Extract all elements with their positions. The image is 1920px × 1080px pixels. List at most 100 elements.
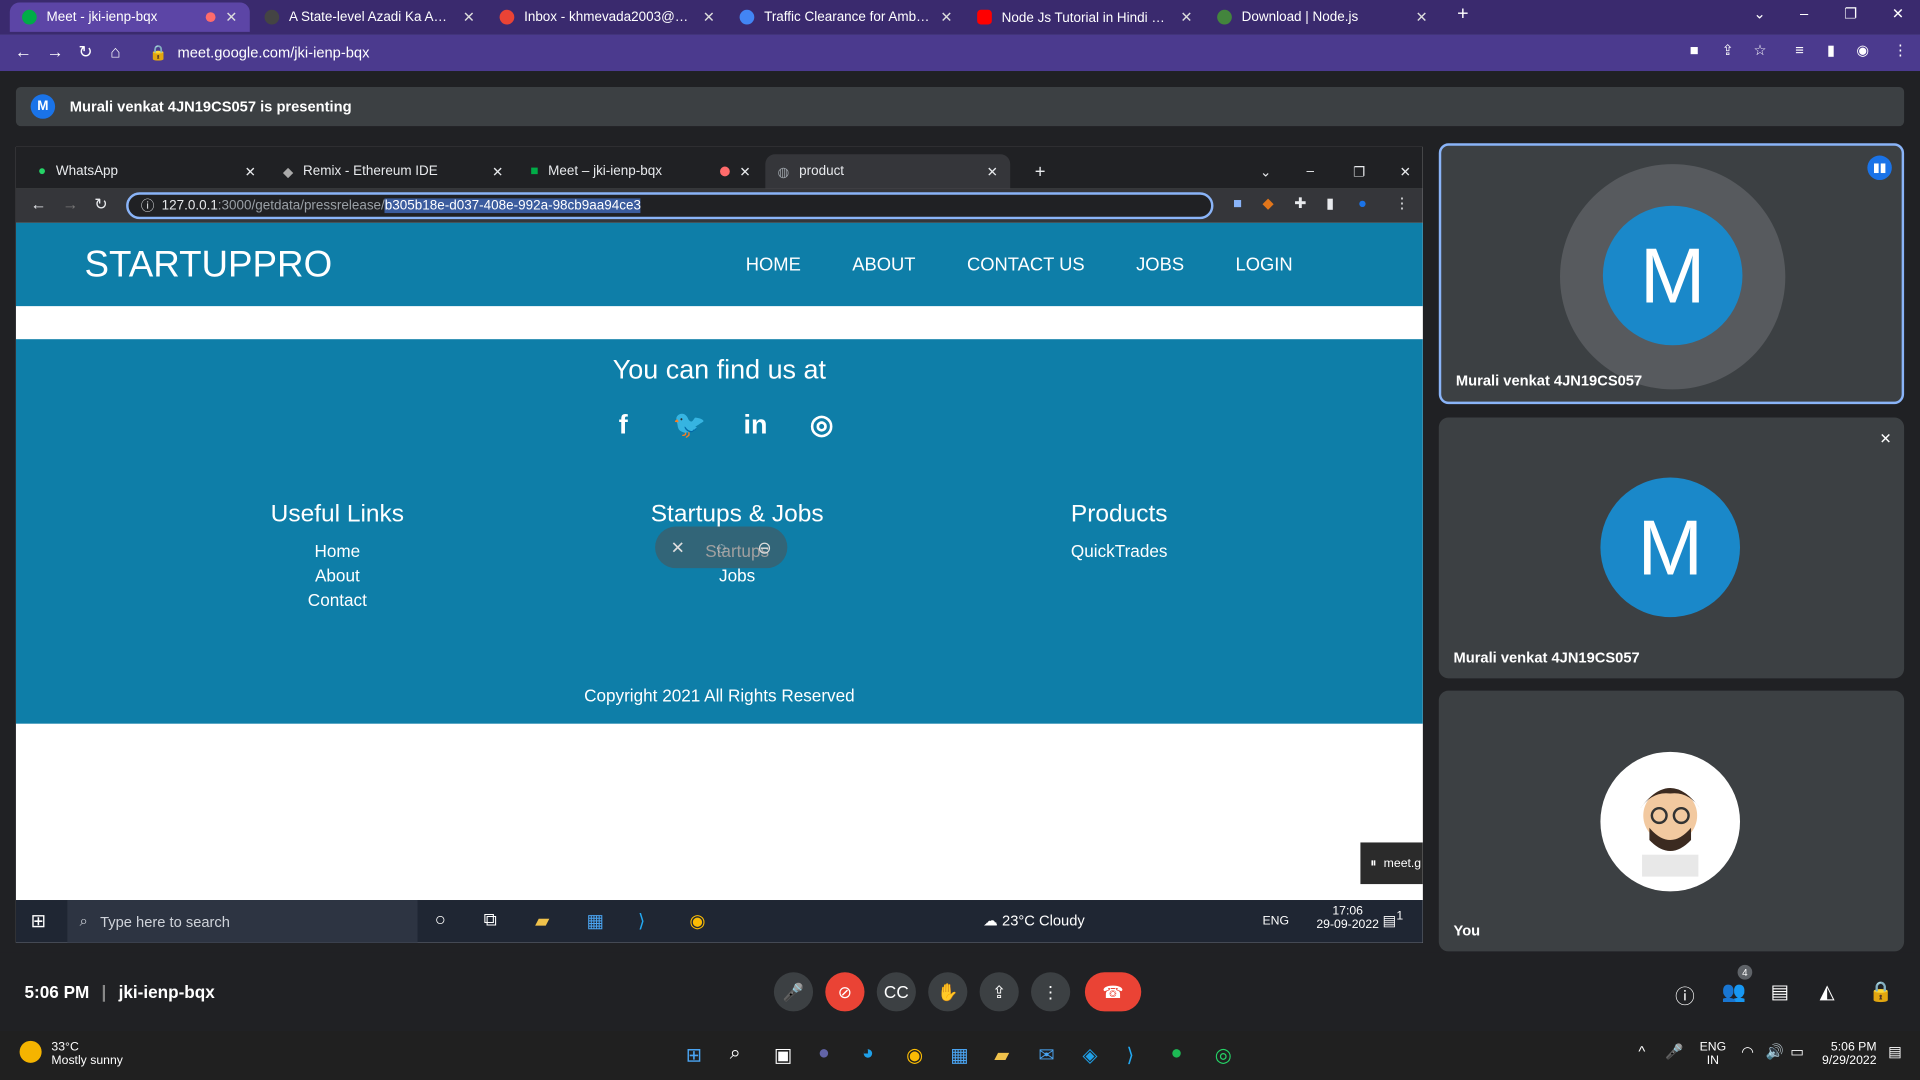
outer-tab-youtube[interactable]: Node Js Tutorial in Hindi 🔥🔥 - ✕ [965, 2, 1205, 31]
close-tab-icon[interactable]: ✕ [739, 163, 750, 180]
inner-tab-remix[interactable]: ◆ Remix - Ethereum IDE ✕ [271, 154, 516, 188]
mic-tray-icon[interactable]: 🎤 [1665, 1043, 1683, 1060]
inner-language[interactable]: ENG [1262, 915, 1289, 928]
windows-start-icon[interactable]: ⊞ [686, 1043, 702, 1067]
inner-notification-icon[interactable]: ▤1 [1382, 910, 1403, 930]
taskbar-search[interactable]: ⌕ Type here to search [67, 900, 418, 943]
linkedin-icon[interactable]: in [738, 408, 772, 442]
mail-icon[interactable]: ✉ [1038, 1043, 1054, 1067]
file-explorer-icon[interactable]: ▰ [994, 1043, 1009, 1067]
edge-icon[interactable]: ◕ [862, 1043, 874, 1065]
inner-clock[interactable]: 17:06 29-09-2022 [1316, 905, 1379, 932]
captions-button[interactable]: CC [876, 972, 916, 1012]
outer-url-field[interactable]: 🔒 meet.google.com/jki-ienp-bqx [137, 38, 1668, 67]
close-tab-icon[interactable]: ✕ [703, 9, 715, 26]
close-tab-icon[interactable]: ✕ [1180, 9, 1192, 26]
side-panel-icon[interactable]: ▮ [1827, 42, 1835, 59]
close-window-button[interactable]: ✕ [1387, 154, 1423, 188]
tab-search-icon[interactable]: ⌄ [1248, 154, 1284, 188]
inner-weather[interactable]: ☁ 23°C Cloudy [983, 912, 1084, 929]
link-contact[interactable]: Contact [236, 588, 438, 612]
outer-tab-meet[interactable]: Meet - jki-ienp-bqx ✕ [9, 2, 250, 32]
cortana-icon[interactable]: ○ [435, 910, 446, 931]
media-icon[interactable]: ≡ [1795, 42, 1804, 59]
minimize-button[interactable]: – [1294, 154, 1326, 188]
new-tab-button[interactable]: + [1022, 154, 1057, 188]
tab-search-icon[interactable]: ⌄ [1753, 5, 1765, 22]
menu-kebab-icon[interactable]: ⋮ [1395, 195, 1410, 212]
mic-button[interactable]: 🎤 [773, 972, 814, 1012]
nav-about[interactable]: ABOUT [852, 255, 915, 276]
os-clock[interactable]: 5:06 PM 9/29/2022 [1822, 1041, 1876, 1068]
home-icon[interactable]: ⌂ [110, 42, 120, 62]
people-icon[interactable]: 👥 [1722, 980, 1746, 1004]
restore-button[interactable]: ❐ [1844, 5, 1857, 22]
host-controls-icon[interactable]: 🔒 [1869, 980, 1893, 1004]
restore-button[interactable]: ❐ [1341, 154, 1378, 188]
nav-contact[interactable]: CONTACT US [967, 255, 1085, 276]
inner-url-field[interactable]: ⓘ 127.0.0.1:3000/getdata/pressrelease/b3… [126, 192, 1214, 220]
outer-tab-gmail[interactable]: Inbox - khmevada2003@gmail.c ✕ [487, 2, 727, 31]
outer-tab-traffic[interactable]: Traffic Clearance for Ambulance/ ✕ [727, 2, 965, 31]
task-view-icon[interactable]: ⧉ [484, 910, 497, 931]
outer-tab-node[interactable]: Download | Node.js ✕ [1205, 2, 1440, 31]
close-tab-icon[interactable]: ✕ [987, 163, 998, 180]
close-tab-icon[interactable]: ✕ [1415, 9, 1427, 26]
nav-login[interactable]: LOGIN [1236, 255, 1293, 276]
minimize-button[interactable]: – [1800, 5, 1808, 22]
pin-icon[interactable]: ✕ [671, 537, 685, 558]
extension-icon[interactable]: ■ [1233, 195, 1242, 212]
inner-tab-product[interactable]: ◍ product ✕ [765, 154, 1011, 189]
back-icon[interactable]: ← [31, 195, 47, 213]
forward-icon[interactable]: → [62, 195, 78, 213]
file-explorer-icon[interactable]: ▰ [535, 910, 549, 932]
site-brand[interactable]: STARTUPPRO [84, 245, 332, 287]
whatsapp-icon[interactable]: ◎ [1215, 1043, 1232, 1067]
reload-icon[interactable]: ↻ [78, 42, 92, 63]
share-icon[interactable]: ⇪ [1722, 42, 1734, 59]
volume-icon[interactable]: 🔊 [1766, 1043, 1784, 1060]
chat-icon[interactable]: ▤ [1771, 980, 1790, 1004]
inner-tab-meet[interactable]: ■ Meet – jki-ienp-bqx ✕ [518, 154, 763, 188]
remove-icon[interactable]: ⊖ [757, 537, 771, 558]
twitter-icon[interactable]: 🐦 [672, 408, 707, 442]
info-icon[interactable]: ⓘ [1675, 980, 1695, 1009]
menu-kebab-icon[interactable]: ⋮ [1893, 42, 1908, 59]
outer-tab-azadi[interactable]: A State-level Azadi Ka Amrit Mah ✕ [252, 2, 487, 31]
side-panel-icon[interactable]: ▮ [1326, 195, 1334, 212]
weather-widget[interactable]: 33°C Mostly sunny [19, 1040, 123, 1068]
participant-tile-presenter[interactable]: M ▮▮ Murali venkat 4JN19CS057 [1438, 143, 1905, 405]
chrome-icon[interactable]: ◉ [906, 1043, 923, 1067]
metamask-icon[interactable]: ◆ [1262, 195, 1273, 212]
more-options-button[interactable]: ⋮ [1031, 972, 1071, 1012]
inner-tab-whatsapp[interactable]: ● WhatsApp ✕ [26, 154, 268, 188]
participant-tile-second[interactable]: M ✕ Murali venkat 4JN19CS057 [1438, 417, 1905, 679]
store-icon[interactable]: ▦ [587, 910, 604, 932]
new-tab-button[interactable]: + [1457, 4, 1468, 26]
battery-icon[interactable]: ▭ [1790, 1043, 1804, 1060]
windows-start-icon[interactable]: ⊞ [31, 910, 46, 932]
back-icon[interactable]: ← [15, 42, 32, 62]
present-button[interactable]: ⇪ [979, 972, 1019, 1012]
instagram-icon[interactable]: ◎ [804, 408, 838, 442]
reload-icon[interactable]: ↻ [94, 195, 107, 215]
activities-icon[interactable]: ◭ [1820, 980, 1835, 1004]
close-tab-icon[interactable]: ✕ [463, 9, 475, 26]
camera-icon[interactable]: ■ [1690, 42, 1699, 59]
vscode-icon[interactable]: ⟩ [1127, 1043, 1135, 1067]
language-indicator[interactable]: ENG IN [1700, 1041, 1727, 1068]
teams-icon[interactable]: ● [818, 1043, 830, 1065]
close-tab-icon[interactable]: ✕ [492, 163, 503, 180]
raise-hand-button[interactable]: ✋ [928, 972, 968, 1012]
nav-jobs[interactable]: JOBS [1136, 255, 1184, 276]
tray-overflow-icon[interactable]: ^ [1638, 1043, 1645, 1060]
spotify-icon[interactable]: ● [1171, 1043, 1183, 1065]
meet-pip-pill[interactable]: ⏸ meet.g [1360, 842, 1423, 885]
end-call-button[interactable]: ☎ [1084, 972, 1142, 1012]
profile-avatar[interactable]: ● [1358, 195, 1367, 212]
task-view-icon[interactable]: ▣ [774, 1043, 793, 1067]
close-tab-icon[interactable]: ✕ [225, 9, 237, 26]
profile-avatar[interactable]: ◉ [1856, 42, 1869, 59]
camera-off-button[interactable]: ⊘ [825, 972, 865, 1012]
chrome-icon[interactable]: ◉ [689, 910, 705, 932]
